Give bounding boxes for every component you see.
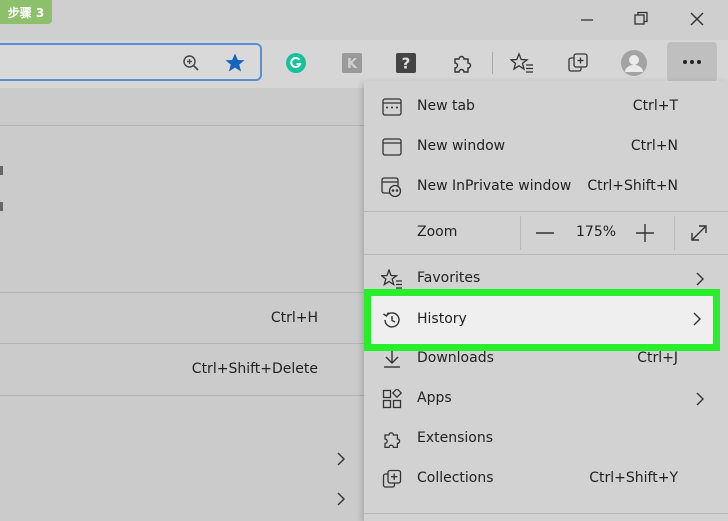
grammarly-extension-button[interactable]	[278, 46, 314, 80]
menu-item-new-window[interactable]: New window Ctrl+N	[364, 127, 728, 167]
chevron-right-icon[interactable]	[335, 451, 347, 467]
highlight-box	[364, 289, 720, 351]
page-mark	[0, 166, 3, 175]
page-row-shortcut: Ctrl+Shift+Delete	[191, 361, 318, 377]
grammarly-icon	[286, 53, 306, 73]
menu-item-label: Collections	[417, 470, 494, 486]
page-mark	[0, 202, 3, 211]
new-tab-icon	[381, 97, 403, 117]
zoom-divider	[674, 216, 675, 250]
zoom-row: Zoom 175%	[364, 212, 728, 254]
zoom-level: 175%	[576, 224, 617, 240]
page-menu-row-history[interactable]: Ctrl+H	[0, 293, 364, 343]
menu-item-shortcut: Ctrl+Shift+N	[587, 178, 678, 194]
title-bar	[0, 0, 728, 40]
window-icon	[381, 137, 403, 157]
extensions-button[interactable]	[444, 46, 480, 80]
menu-item-apps[interactable]: Apps	[364, 379, 728, 419]
settings-and-more-button[interactable]	[667, 42, 717, 82]
collections-icon	[568, 53, 588, 72]
favorites-icon	[381, 269, 403, 289]
more-icon	[683, 60, 701, 64]
menu-item-shortcut: Ctrl+T	[632, 98, 678, 114]
toolbar-divider	[492, 52, 493, 74]
profile-button[interactable]	[616, 46, 652, 80]
favorite-star-icon[interactable]	[224, 52, 246, 74]
menu-item-shortcut: Ctrl+Shift+Y	[589, 470, 678, 486]
menu-item-label: New InPrivate window	[417, 178, 572, 194]
menu-divider	[364, 254, 728, 255]
apps-icon	[381, 389, 403, 409]
minimize-button[interactable]	[570, 6, 604, 32]
inprivate-icon	[381, 177, 403, 197]
svg-text:K: K	[347, 57, 358, 72]
chevron-right-icon[interactable]	[335, 491, 347, 507]
page-divider	[0, 125, 370, 126]
help-extension-button[interactable]: ?	[388, 46, 424, 80]
page-menu-row-clear[interactable]: Ctrl+Shift+Delete	[0, 344, 364, 394]
close-button[interactable]	[680, 6, 714, 32]
collections-icon	[381, 469, 403, 489]
chevron-right-icon	[696, 272, 704, 286]
address-bar[interactable]	[0, 43, 262, 81]
plus-icon	[636, 224, 654, 242]
close-icon	[690, 12, 704, 26]
extension-k-icon: K	[342, 53, 362, 73]
favorites-list-icon	[510, 52, 533, 73]
collections-button[interactable]	[560, 46, 596, 80]
chevron-right-icon	[696, 392, 704, 406]
menu-item-shortcut: Ctrl+N	[630, 138, 678, 154]
menu-item-label: Extensions	[417, 430, 494, 446]
zoom-out-button[interactable]	[532, 220, 558, 246]
restore-button[interactable]	[624, 6, 658, 32]
extension-button-1[interactable]: K	[334, 46, 370, 80]
extensions-icon	[381, 429, 403, 449]
minimize-icon	[581, 19, 593, 21]
favorites-button[interactable]	[504, 46, 540, 80]
fullscreen-button[interactable]	[686, 220, 712, 246]
help-icon: ?	[396, 53, 416, 73]
step-badge: 步骤 3	[0, 0, 52, 24]
menu-item-collections[interactable]: Collections Ctrl+Shift+Y	[364, 459, 728, 499]
fullscreen-icon	[691, 225, 707, 241]
puzzle-icon	[454, 55, 472, 73]
avatar	[621, 50, 647, 76]
menu-item-extensions[interactable]: Extensions	[364, 419, 728, 459]
menu-item-label: Favorites	[417, 270, 481, 286]
minus-icon	[536, 232, 554, 234]
zoom-in-icon[interactable]	[182, 54, 200, 72]
zoom-label: Zoom	[417, 224, 458, 240]
menu-divider	[364, 513, 728, 514]
menu-item-new-tab[interactable]: New tab Ctrl+T	[364, 87, 728, 127]
menu-item-shortcut: Ctrl+J	[637, 350, 678, 366]
restore-icon	[634, 11, 648, 25]
menu-item-label: Apps	[417, 390, 452, 406]
page-divider	[0, 395, 370, 396]
zoom-in-button[interactable]	[632, 220, 658, 246]
menu-item-label: Downloads	[417, 350, 494, 366]
page-row-shortcut: Ctrl+H	[270, 310, 318, 326]
svg-text:?: ?	[402, 55, 411, 73]
menu-item-new-inprivate[interactable]: New InPrivate window Ctrl+Shift+N	[364, 167, 728, 207]
zoom-divider	[520, 216, 521, 250]
menu-item-label: New window	[417, 138, 506, 154]
menu-item-label: New tab	[417, 98, 475, 114]
download-icon	[381, 349, 403, 369]
